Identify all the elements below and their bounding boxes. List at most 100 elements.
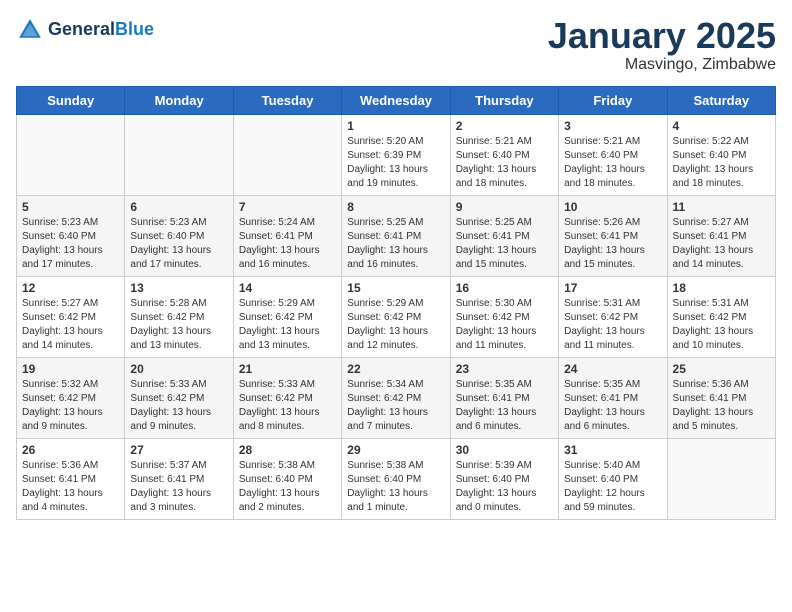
- calendar-day-cell: 2Sunrise: 5:21 AM Sunset: 6:40 PM Daylig…: [450, 114, 558, 195]
- day-info: Sunrise: 5:24 AM Sunset: 6:41 PM Dayligh…: [239, 216, 336, 272]
- calendar-day-cell: 20Sunrise: 5:33 AM Sunset: 6:42 PM Dayli…: [125, 357, 233, 438]
- calendar-day-cell: 15 Sunrise: 5:29 AM Sunset: 6:42 PM Dayli…: [342, 276, 450, 357]
- logo-icon: [16, 16, 44, 44]
- day-info: Sunrise: 5:35 AM Sunset: 6:41 PM Dayligh…: [456, 378, 553, 434]
- day-info: Sunrise: 5:33 AM Sunset: 6:42 PM Dayligh…: [239, 378, 336, 434]
- month-title: January 2025: [548, 16, 776, 56]
- day-number: 29: [347, 443, 444, 457]
- day-info: Sunrise: 5:39 AM Sunset: 6:40 PM Dayligh…: [456, 459, 553, 515]
- calendar-week-row: 26 Sunrise: 5:36 AM Sunset: 6:41 PM Dayli…: [17, 438, 776, 519]
- calendar-day-cell: 11 Sunrise: 5:27 AM Sunset: 6:41 PM Dayli…: [667, 195, 775, 276]
- calendar-day-cell: 10 Sunrise: 5:26 AM Sunset: 6:41 PM Dayli…: [559, 195, 667, 276]
- day-info: Sunrise: 5:31 AM Sunset: 6:42 PM Dayligh…: [673, 297, 770, 353]
- day-info: Sunrise: 5:32 AM Sunset: 6:42 PM Dayligh…: [22, 378, 119, 434]
- day-info: Sunrise: 5:23 AM Sunset: 6:40 PM Dayligh…: [22, 216, 119, 272]
- calendar-day-cell: 14 Sunrise: 5:29 AM Sunset: 6:42 PM Dayli…: [233, 276, 341, 357]
- day-number: 17: [564, 281, 661, 295]
- day-number: 5: [22, 200, 119, 214]
- calendar-day-cell: 30Sunrise: 5:39 AM Sunset: 6:40 PM Dayli…: [450, 438, 558, 519]
- day-info: Sunrise: 5:27 AM Sunset: 6:41 PM Dayligh…: [673, 216, 770, 272]
- day-info: Sunrise: 5:29 AM Sunset: 6:42 PM Dayligh…: [347, 297, 444, 353]
- calendar-table: SundayMondayTuesdayWednesdayThursdayFrid…: [16, 86, 776, 520]
- calendar-day-cell: 16 Sunrise: 5:30 AM Sunset: 6:42 PM Dayli…: [450, 276, 558, 357]
- day-number: 8: [347, 200, 444, 214]
- day-number: 22: [347, 362, 444, 376]
- calendar-day-cell: 22 Sunrise: 5:34 AM Sunset: 6:42 PM Dayli…: [342, 357, 450, 438]
- day-info: Sunrise: 5:35 AM Sunset: 6:41 PM Dayligh…: [564, 378, 661, 434]
- day-number: 24: [564, 362, 661, 376]
- day-number: 7: [239, 200, 336, 214]
- weekday-header-cell: Monday: [125, 86, 233, 114]
- day-number: 12: [22, 281, 119, 295]
- day-info: Sunrise: 5:22 AM Sunset: 6:40 PM Dayligh…: [673, 135, 770, 191]
- calendar-day-cell: 23Sunrise: 5:35 AM Sunset: 6:41 PM Dayli…: [450, 357, 558, 438]
- weekday-header-cell: Wednesday: [342, 86, 450, 114]
- logo: GeneralBlue: [16, 16, 154, 44]
- day-info: Sunrise: 5:21 AM Sunset: 6:40 PM Dayligh…: [564, 135, 661, 191]
- day-number: 27: [130, 443, 227, 457]
- calendar-day-cell: 24 Sunrise: 5:35 AM Sunset: 6:41 PM Dayli…: [559, 357, 667, 438]
- calendar-day-cell: 28 Sunrise: 5:38 AM Sunset: 6:40 PM Dayli…: [233, 438, 341, 519]
- calendar-day-cell: 26 Sunrise: 5:36 AM Sunset: 6:41 PM Dayli…: [17, 438, 125, 519]
- calendar-day-cell: 1Sunrise: 5:20 AM Sunset: 6:39 PM Daylig…: [342, 114, 450, 195]
- day-number: 31: [564, 443, 661, 457]
- day-info: Sunrise: 5:36 AM Sunset: 6:41 PM Dayligh…: [22, 459, 119, 515]
- day-info: Sunrise: 5:25 AM Sunset: 6:41 PM Dayligh…: [456, 216, 553, 272]
- day-number: 6: [130, 200, 227, 214]
- day-number: 1: [347, 119, 444, 133]
- day-info: Sunrise: 5:38 AM Sunset: 6:40 PM Dayligh…: [239, 459, 336, 515]
- day-number: 16: [456, 281, 553, 295]
- day-number: 25: [673, 362, 770, 376]
- calendar-day-cell: [233, 114, 341, 195]
- calendar-day-cell: 7 Sunrise: 5:24 AM Sunset: 6:41 PM Daylig…: [233, 195, 341, 276]
- day-info: Sunrise: 5:36 AM Sunset: 6:41 PM Dayligh…: [673, 378, 770, 434]
- page-header: GeneralBlue January 2025 Masvingo, Zimba…: [16, 16, 776, 74]
- day-info: Sunrise: 5:38 AM Sunset: 6:40 PM Dayligh…: [347, 459, 444, 515]
- day-number: 21: [239, 362, 336, 376]
- calendar-day-cell: 9Sunrise: 5:25 AM Sunset: 6:41 PM Daylig…: [450, 195, 558, 276]
- day-number: 13: [130, 281, 227, 295]
- day-info: Sunrise: 5:25 AM Sunset: 6:41 PM Dayligh…: [347, 216, 444, 272]
- day-info: Sunrise: 5:29 AM Sunset: 6:42 PM Dayligh…: [239, 297, 336, 353]
- day-number: 19: [22, 362, 119, 376]
- calendar-day-cell: 19 Sunrise: 5:32 AM Sunset: 6:42 PM Dayli…: [17, 357, 125, 438]
- day-info: Sunrise: 5:30 AM Sunset: 6:42 PM Dayligh…: [456, 297, 553, 353]
- calendar-day-cell: 27 Sunrise: 5:37 AM Sunset: 6:41 PM Dayli…: [125, 438, 233, 519]
- weekday-header-cell: Tuesday: [233, 86, 341, 114]
- day-number: 14: [239, 281, 336, 295]
- day-number: 11: [673, 200, 770, 214]
- day-number: 18: [673, 281, 770, 295]
- calendar-day-cell: [667, 438, 775, 519]
- calendar-day-cell: 8 Sunrise: 5:25 AM Sunset: 6:41 PM Daylig…: [342, 195, 450, 276]
- weekday-header-cell: Sunday: [17, 86, 125, 114]
- calendar-week-row: 1Sunrise: 5:20 AM Sunset: 6:39 PM Daylig…: [17, 114, 776, 195]
- day-info: Sunrise: 5:37 AM Sunset: 6:41 PM Dayligh…: [130, 459, 227, 515]
- day-number: 28: [239, 443, 336, 457]
- weekday-header-cell: Saturday: [667, 86, 775, 114]
- calendar-day-cell: 21 Sunrise: 5:33 AM Sunset: 6:42 PM Dayli…: [233, 357, 341, 438]
- calendar-day-cell: 31 Sunrise: 5:40 AM Sunset: 6:40 PM Dayli…: [559, 438, 667, 519]
- day-info: Sunrise: 5:34 AM Sunset: 6:42 PM Dayligh…: [347, 378, 444, 434]
- logo-text: GeneralBlue: [48, 20, 154, 40]
- day-info: Sunrise: 5:40 AM Sunset: 6:40 PM Dayligh…: [564, 459, 661, 515]
- calendar-week-row: 19 Sunrise: 5:32 AM Sunset: 6:42 PM Dayli…: [17, 357, 776, 438]
- location: Masvingo, Zimbabwe: [548, 56, 776, 74]
- calendar-day-cell: 29 Sunrise: 5:38 AM Sunset: 6:40 PM Dayli…: [342, 438, 450, 519]
- day-number: 10: [564, 200, 661, 214]
- day-info: Sunrise: 5:26 AM Sunset: 6:41 PM Dayligh…: [564, 216, 661, 272]
- day-number: 26: [22, 443, 119, 457]
- weekday-header-row: SundayMondayTuesdayWednesdayThursdayFrid…: [17, 86, 776, 114]
- calendar-day-cell: 5 Sunrise: 5:23 AM Sunset: 6:40 PM Daylig…: [17, 195, 125, 276]
- calendar-day-cell: 4 Sunrise: 5:22 AM Sunset: 6:40 PM Daylig…: [667, 114, 775, 195]
- calendar-week-row: 5 Sunrise: 5:23 AM Sunset: 6:40 PM Daylig…: [17, 195, 776, 276]
- calendar-day-cell: 17 Sunrise: 5:31 AM Sunset: 6:42 PM Dayli…: [559, 276, 667, 357]
- day-info: Sunrise: 5:21 AM Sunset: 6:40 PM Dayligh…: [456, 135, 553, 191]
- calendar-day-cell: 13 Sunrise: 5:28 AM Sunset: 6:42 PM Dayli…: [125, 276, 233, 357]
- day-number: 4: [673, 119, 770, 133]
- day-info: Sunrise: 5:31 AM Sunset: 6:42 PM Dayligh…: [564, 297, 661, 353]
- day-number: 15: [347, 281, 444, 295]
- calendar-day-cell: [125, 114, 233, 195]
- day-info: Sunrise: 5:28 AM Sunset: 6:42 PM Dayligh…: [130, 297, 227, 353]
- calendar-day-cell: 25 Sunrise: 5:36 AM Sunset: 6:41 PM Dayli…: [667, 357, 775, 438]
- calendar-day-cell: [17, 114, 125, 195]
